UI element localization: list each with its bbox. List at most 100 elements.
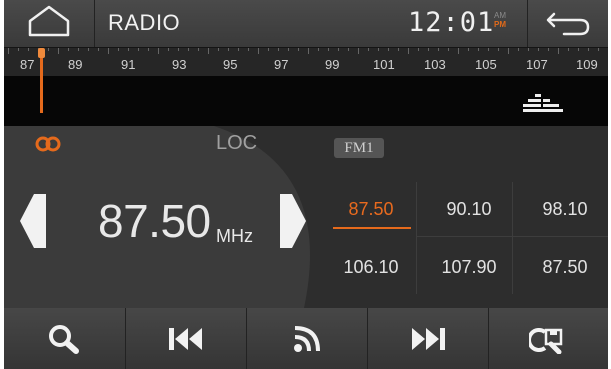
scale-tick (558, 48, 559, 54)
scale-tick (478, 48, 479, 51)
scale-tick (178, 48, 179, 51)
scale-tick (18, 48, 19, 51)
scale-tick (158, 48, 159, 54)
scale-tick (148, 48, 149, 51)
scale-tick (408, 48, 409, 54)
next-icon (411, 327, 445, 350)
stereo-icon (35, 136, 61, 152)
preset-active-underline (333, 227, 411, 229)
back-icon (546, 12, 590, 36)
scale-tick (48, 48, 49, 51)
save-icon (528, 327, 562, 354)
scale-label: 87 (20, 57, 35, 72)
pm-label: PM (494, 20, 506, 29)
home-button[interactable] (4, 0, 94, 47)
loc-indicator: LOC (216, 132, 258, 154)
scale-tick (88, 48, 89, 51)
arrow-right-icon (280, 194, 306, 248)
scale-ruler (4, 48, 608, 56)
search-button[interactable] (4, 308, 125, 369)
stereo-indicator (34, 136, 64, 157)
scale-label: 89 (68, 57, 83, 72)
clock: 12:01 (408, 7, 495, 38)
scale-tick (58, 48, 59, 54)
preset-5[interactable]: 107.90 (424, 247, 514, 287)
scale-tick (588, 48, 589, 51)
scale-label: 99 (325, 57, 340, 72)
scale-label: 107 (526, 57, 548, 72)
scale-tick (318, 48, 319, 51)
scale-tick (28, 48, 29, 51)
scale-tick (68, 48, 69, 51)
scale-tick (358, 48, 359, 54)
scale-tick (258, 48, 259, 54)
tuner-scale[interactable]: 87 89 91 93 95 97 99 101 103 105 107 109 (4, 48, 608, 76)
preset-2[interactable]: 90.10 (424, 189, 514, 229)
scale-tick (328, 48, 329, 51)
save-preset-button[interactable] (488, 308, 608, 369)
scale-tick (198, 48, 199, 51)
scale-tick (308, 48, 309, 54)
scale-tick (108, 48, 109, 54)
preset-6[interactable]: 87.50 (520, 247, 608, 287)
scale-tick (288, 48, 289, 51)
scale-tick (228, 48, 229, 51)
scale-tick (208, 48, 209, 54)
page-title: RADIO (108, 10, 181, 35)
scale-label: 105 (475, 57, 497, 72)
scale-tick (98, 48, 99, 51)
preset-3[interactable]: 98.10 (520, 189, 608, 229)
scale-tick (518, 48, 519, 51)
scale-tick (528, 48, 529, 51)
scale-tick (508, 48, 509, 54)
radio-screen: RADIO 12:01 AM PM 87 89 91 93 95 97 99 1… (4, 0, 608, 369)
scale-tick (368, 48, 369, 51)
divider (416, 236, 608, 237)
scale-tick (568, 48, 569, 51)
am-label: AM (494, 11, 506, 20)
scale-label: 109 (576, 57, 598, 72)
scale-tick (278, 48, 279, 51)
current-frequency: 87.50 (98, 195, 211, 247)
scale-tick (388, 48, 389, 51)
tuner-strip (4, 76, 608, 126)
scale-tick (438, 48, 439, 51)
scale-tick (338, 48, 339, 51)
scale-tick (428, 48, 429, 51)
previous-button[interactable] (125, 308, 246, 369)
scale-tick (268, 48, 269, 51)
scale-tick (128, 48, 129, 51)
divider (94, 0, 95, 47)
home-icon (28, 5, 70, 37)
band-badge[interactable]: FM1 (334, 138, 384, 158)
scale-tick (498, 48, 499, 51)
preset-1[interactable]: 87.50 (326, 189, 416, 229)
scale-tick (78, 48, 79, 51)
previous-icon (168, 327, 202, 350)
scale-tick (468, 48, 469, 51)
next-button[interactable] (367, 308, 488, 369)
scale-tick (598, 48, 599, 51)
scale-tick (218, 48, 219, 51)
tuning-needle-cap (38, 48, 45, 58)
scale-label: 101 (373, 57, 395, 72)
tune-down-button[interactable] (18, 192, 48, 255)
scale-label: 103 (424, 57, 446, 72)
back-button[interactable] (528, 0, 608, 47)
tune-up-button[interactable] (278, 192, 308, 255)
scan-icon (293, 325, 320, 352)
scale-tick (458, 48, 459, 54)
preset-4[interactable]: 106.10 (326, 247, 416, 287)
scale-tick (548, 48, 549, 51)
scale-tick (398, 48, 399, 51)
scale-label: 95 (223, 57, 238, 72)
scale-tick (248, 48, 249, 51)
scale-tick (578, 48, 579, 51)
equalizer-button[interactable] (521, 93, 565, 120)
scale-tick (538, 48, 539, 51)
divider (416, 182, 417, 294)
scale-tick (348, 48, 349, 51)
scan-button[interactable] (246, 308, 367, 369)
scale-tick (168, 48, 169, 51)
scale-tick (188, 48, 189, 51)
